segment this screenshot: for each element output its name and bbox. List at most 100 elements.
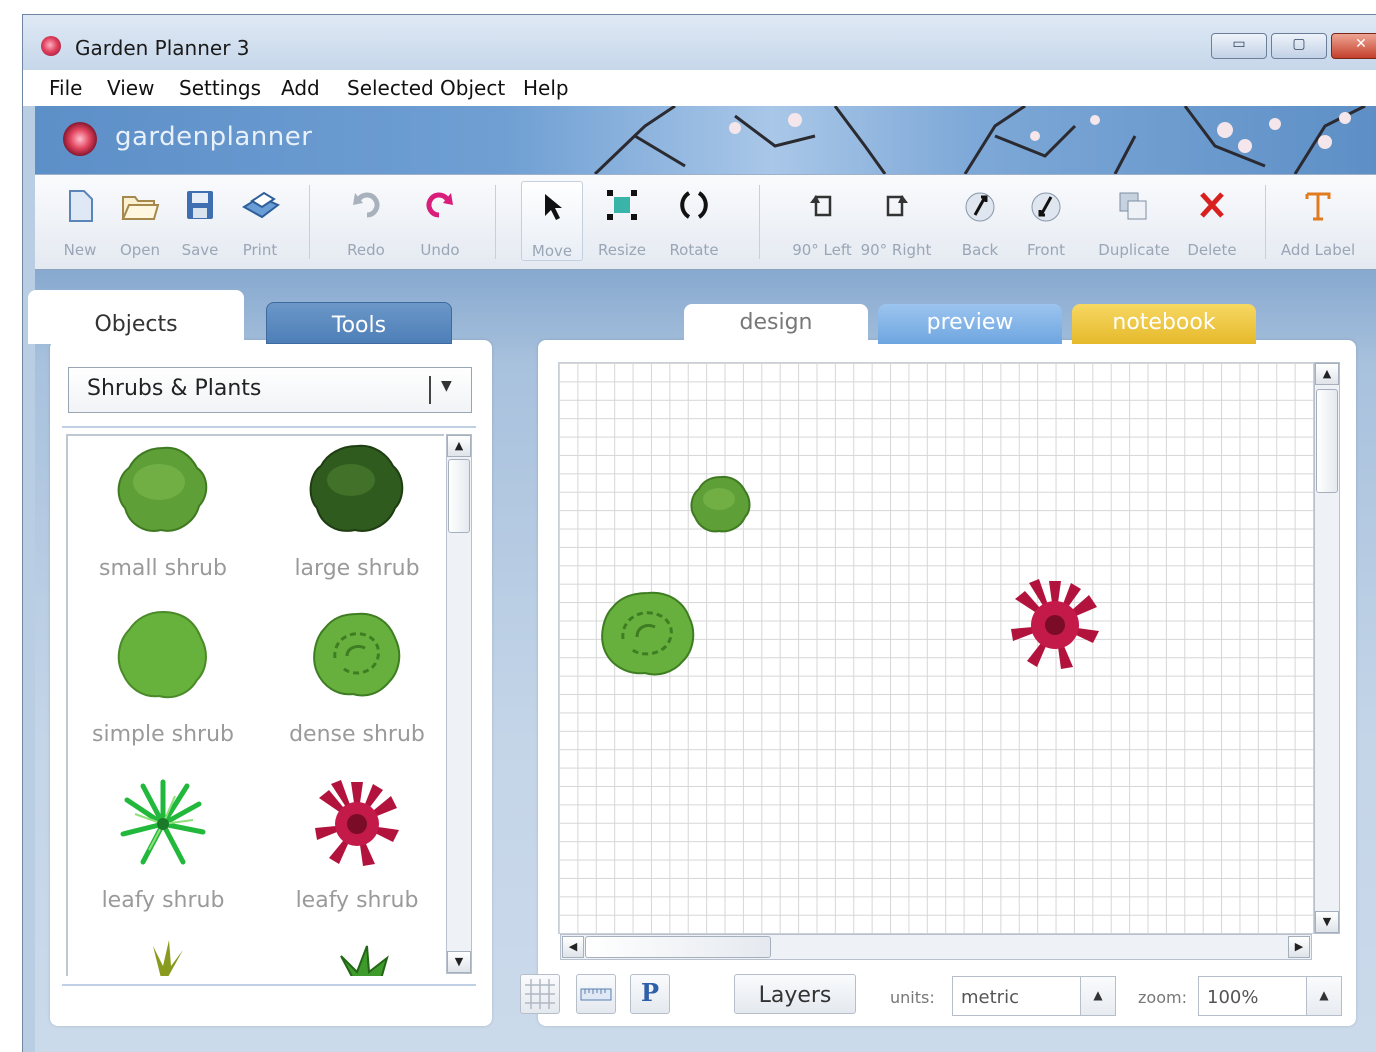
front-label: Front (1027, 241, 1065, 259)
redo-button[interactable]: Redo (335, 175, 397, 267)
tab-tools[interactable]: Tools (266, 302, 452, 344)
redo-icon (353, 192, 380, 218)
design-canvas[interactable] (558, 362, 1314, 934)
object-name: large shrub (294, 556, 420, 581)
list-top-divider (62, 426, 476, 428)
object-name: dense shrub (289, 722, 425, 747)
category-dropdown[interactable]: Shrubs & Plants ▼ (68, 367, 472, 413)
dropdown-divider (429, 376, 431, 404)
scroll-thumb[interactable] (585, 936, 771, 958)
object-leafy-shrub-red[interactable]: leafy shrub (262, 774, 444, 934)
menu-add[interactable]: Add (281, 76, 320, 100)
new-file-icon (69, 190, 93, 222)
scroll-thumb[interactable] (448, 459, 470, 533)
chevron-down-icon: ▼ (441, 378, 452, 394)
brand-name: gardenplanner (115, 122, 313, 152)
rotate-icon (680, 191, 708, 219)
print-button[interactable]: Print (229, 175, 291, 267)
minimize-button[interactable]: ▭ (1211, 33, 1267, 59)
object-name: leafy shrub (295, 888, 419, 913)
delete-button[interactable]: Delete (1181, 175, 1243, 267)
menu-help[interactable]: Help (523, 76, 569, 100)
object-dense-shrub[interactable]: dense shrub (262, 608, 444, 768)
rotate-tool-button[interactable]: Rotate (663, 175, 725, 267)
rotate-right-icon (886, 195, 908, 217)
pointer-arrow-icon (545, 194, 562, 220)
layers-button[interactable]: Layers (734, 974, 856, 1014)
object-leafy-shrub-green[interactable]: leafy shrub (68, 774, 258, 934)
delete-x-icon (1200, 192, 1224, 218)
rotate-left-90-button[interactable]: 90° Left (791, 175, 853, 267)
units-value: metric (961, 987, 1019, 1008)
maximize-button[interactable]: ▢ (1271, 33, 1327, 59)
large-shrub-icon (309, 444, 404, 532)
menu-file[interactable]: File (49, 76, 82, 100)
canvas-vertical-scrollbar[interactable]: ▲ ▼ (1314, 362, 1340, 934)
tab-design[interactable]: design (684, 304, 868, 344)
scroll-down-icon[interactable]: ▼ (447, 951, 471, 973)
chevron-up-icon[interactable]: ▲ (1080, 977, 1115, 1015)
undo-label: Undo (420, 241, 460, 259)
text-t-icon (1305, 192, 1331, 221)
scroll-thumb[interactable] (1316, 389, 1338, 493)
move-tool-button[interactable]: Move (521, 181, 583, 261)
menu-settings[interactable]: Settings (179, 76, 261, 100)
zoom-select[interactable]: 100% ▲ (1198, 976, 1342, 1016)
rotate-right-label: 90° Right (860, 241, 932, 259)
ruler-toggle-button[interactable] (576, 974, 616, 1014)
save-disk-icon (187, 191, 213, 219)
scroll-up-icon[interactable]: ▲ (447, 435, 471, 457)
leafy-shrub-green-icon (120, 779, 206, 865)
canvas-leafy-shrub-red[interactable] (1005, 575, 1105, 675)
minimize-icon: ▭ (1232, 36, 1246, 52)
leafy-plant-icon (340, 945, 389, 976)
plant-list-button[interactable]: P (630, 974, 670, 1014)
canvas-dense-shrub[interactable] (595, 587, 701, 683)
list-bottom-divider (62, 984, 476, 986)
menu-selected-object[interactable]: Selected Object (347, 76, 505, 100)
close-button[interactable]: ✕ (1331, 33, 1376, 59)
scroll-right-icon[interactable]: ▶ (1288, 936, 1310, 958)
scroll-left-icon[interactable]: ◀ (562, 936, 584, 958)
object-name: simple shrub (92, 722, 234, 747)
duplicate-label: Duplicate (1098, 241, 1170, 259)
toolbar: New Open Save Print Redo Undo Move Resiz… (35, 174, 1376, 270)
duplicate-button[interactable]: Duplicate (1098, 175, 1170, 267)
object-list: small shrub large shrub simple shrub den… (66, 434, 444, 976)
tab-notebook[interactable]: notebook (1072, 304, 1256, 344)
add-label-label: Add Label (1280, 241, 1356, 259)
zoom-value: 100% (1207, 987, 1259, 1008)
object-partial-plant-2[interactable] (262, 936, 444, 976)
units-select[interactable]: metric ▲ (952, 976, 1116, 1016)
object-large-shrub[interactable]: large shrub (262, 442, 444, 602)
undo-button[interactable]: Undo (409, 175, 471, 267)
simple-shrub-icon (117, 610, 207, 699)
add-label-button[interactable]: Add Label (1281, 175, 1355, 267)
delete-label: Delete (1187, 241, 1237, 259)
chevron-up-icon[interactable]: ▲ (1306, 977, 1341, 1015)
dense-shrub-icon (313, 612, 401, 697)
canvas-small-shrub[interactable] (689, 473, 753, 537)
open-folder-icon (121, 196, 160, 220)
tab-objects[interactable]: Objects (28, 290, 244, 344)
scroll-up-icon[interactable]: ▲ (1315, 363, 1339, 385)
object-simple-shrub[interactable]: simple shrub (68, 608, 258, 768)
close-icon: ✕ (1355, 36, 1367, 52)
rotate-left-icon (810, 195, 832, 217)
ruler-icon (580, 988, 612, 1001)
zoom-label: zoom: (1138, 988, 1187, 1007)
rotate-right-90-button[interactable]: 90° Right (861, 175, 931, 267)
menu-view[interactable]: View (107, 76, 154, 100)
tab-preview[interactable]: preview (878, 304, 1062, 344)
resize-tool-button[interactable]: Resize (591, 175, 653, 267)
grid-toggle-button[interactable] (520, 974, 560, 1014)
object-small-shrub[interactable]: small shrub (68, 442, 258, 602)
scroll-down-icon[interactable]: ▼ (1315, 911, 1339, 933)
canvas-horizontal-scrollbar[interactable]: ◀ ▶ (560, 934, 1312, 960)
bring-front-button[interactable]: Front (1015, 175, 1077, 267)
duplicate-icon (1119, 192, 1147, 220)
object-partial-plant-1[interactable] (68, 936, 258, 976)
object-list-scrollbar[interactable]: ▲ ▼ (446, 434, 472, 974)
send-back-icon (965, 192, 995, 222)
menu-bar: File View Settings Add Selected Object H… (23, 70, 1376, 106)
